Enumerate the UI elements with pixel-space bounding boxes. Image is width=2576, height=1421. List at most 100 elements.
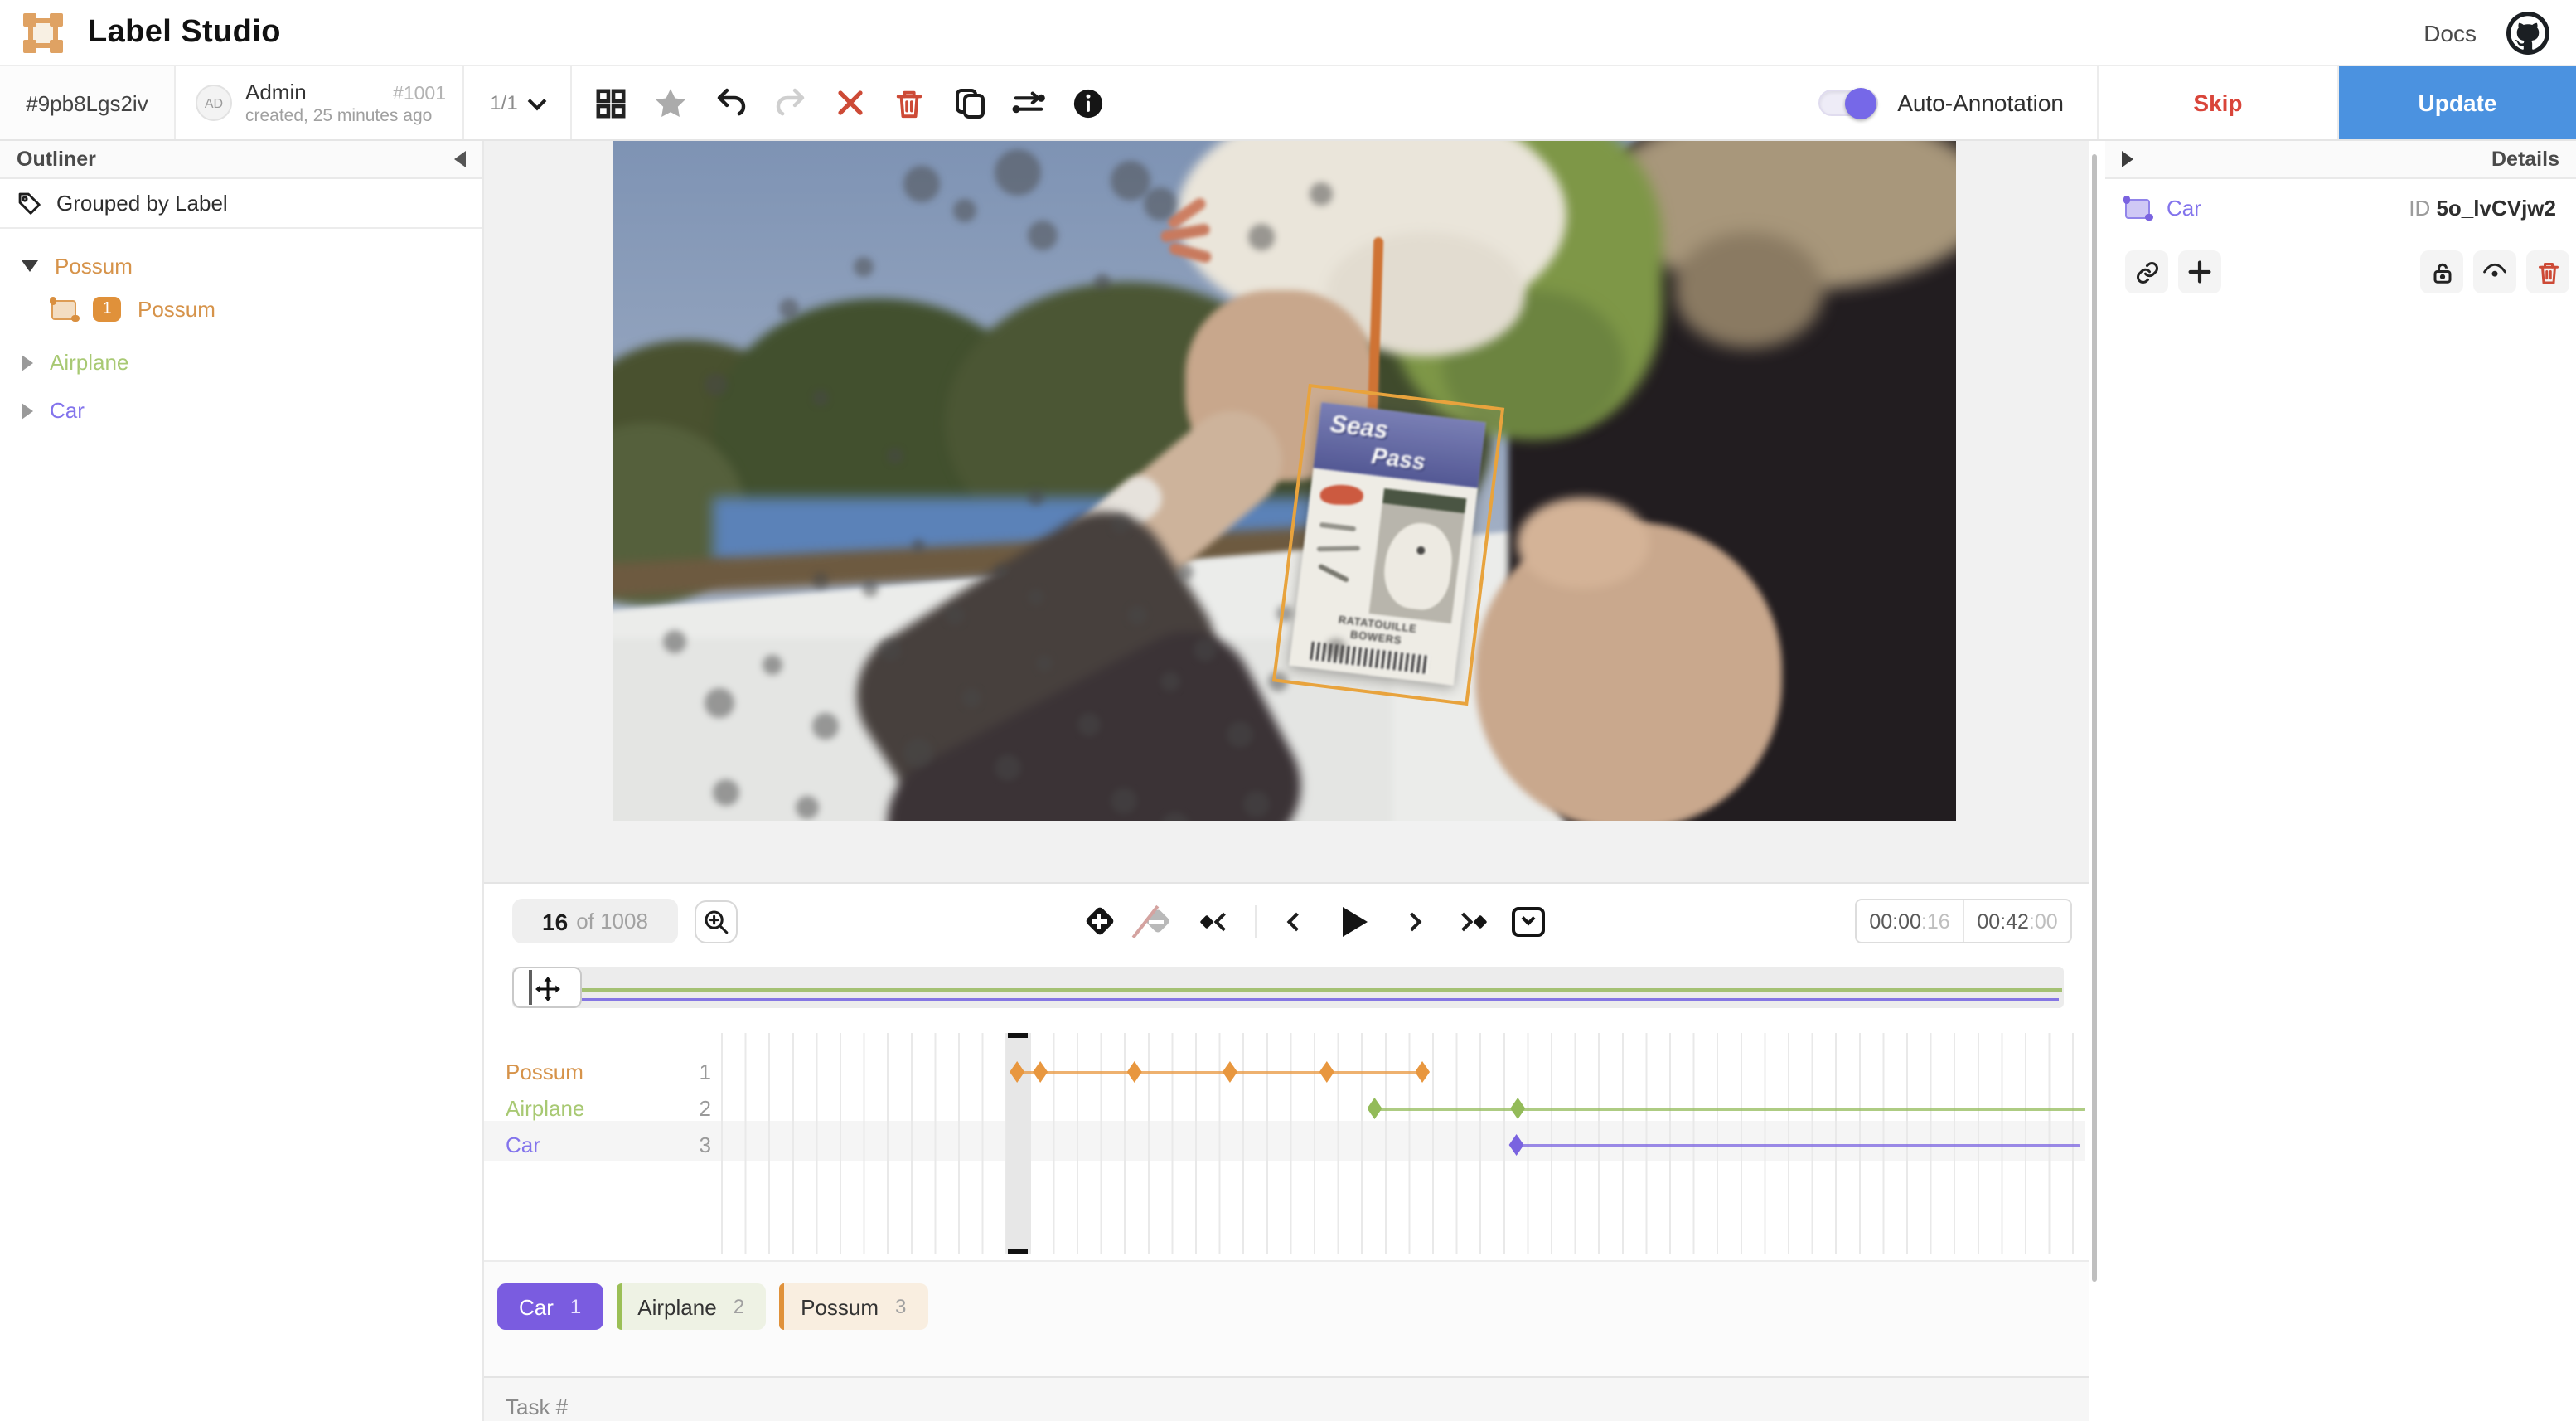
move-cursor-icon xyxy=(535,977,560,1001)
created-timestamp: created, 25 minutes ago xyxy=(245,106,446,126)
docs-link[interactable]: Docs xyxy=(2423,19,2477,46)
task-number-label: Task # xyxy=(506,1394,568,1419)
collapse-panel-icon[interactable] xyxy=(454,151,466,167)
lens-droplet xyxy=(1127,605,1147,625)
reject-annotation-button[interactable] xyxy=(832,85,867,120)
video-frame[interactable]: Seas Pass RATATOUILLE BOWERS xyxy=(613,141,1956,821)
lock-region-button[interactable] xyxy=(2420,250,2463,293)
keyframe-diamond[interactable] xyxy=(1010,1061,1024,1083)
next-keyframe-button[interactable] xyxy=(1452,903,1489,939)
lens-droplet xyxy=(953,199,976,222)
collapsed-arrow-icon[interactable] xyxy=(22,402,33,419)
update-button[interactable]: Update xyxy=(2339,66,2576,139)
keyframe-diamond[interactable] xyxy=(1319,1061,1334,1083)
redo-button[interactable] xyxy=(772,85,807,120)
collapse-panel-icon[interactable] xyxy=(2122,151,2133,167)
lock-icon xyxy=(2429,259,2454,284)
github-icon[interactable] xyxy=(2506,11,2549,54)
prev-keyframe-button[interactable] xyxy=(1197,903,1233,939)
keyframe-diamond[interactable] xyxy=(1415,1061,1430,1083)
grouping-selector[interactable]: Grouped by Label xyxy=(0,179,482,229)
zoom-button[interactable] xyxy=(695,900,738,943)
annotation-pager[interactable]: 1/1 xyxy=(464,66,572,139)
tree-region-possum[interactable]: 1 Possum xyxy=(0,287,482,332)
lens-droplet xyxy=(1177,564,1194,580)
label-button-possum[interactable]: Possum 3 xyxy=(779,1283,927,1330)
hide-region-button[interactable] xyxy=(2473,250,2516,293)
add-keyframe-button[interactable] xyxy=(1081,903,1117,939)
remove-keyframe-button-disabled xyxy=(1139,903,1175,939)
track-label-possum[interactable]: Possum 1 xyxy=(506,1060,711,1084)
undo-button[interactable] xyxy=(713,85,748,120)
timeline-collapse-button[interactable] xyxy=(1510,903,1547,939)
grouping-label: Grouped by Label xyxy=(56,191,228,216)
keyframe-diamond[interactable] xyxy=(1033,1061,1048,1083)
lens-droplet xyxy=(1111,161,1150,201)
timeline-minimap[interactable] xyxy=(512,967,2064,1008)
add-meta-button[interactable] xyxy=(2178,250,2221,293)
track-label-airplane[interactable]: Airplane 2 xyxy=(506,1096,711,1121)
track-label-car[interactable]: Car 3 xyxy=(506,1132,711,1157)
lens-droplet xyxy=(862,580,879,597)
lens-droplet xyxy=(995,754,1021,781)
relations-link-button[interactable] xyxy=(2125,250,2168,293)
total-frames: of 1008 xyxy=(576,909,648,934)
region-label: Possum xyxy=(138,297,215,322)
outliner-panel: Outliner Grouped by Label Possum 1 Possu… xyxy=(0,141,484,1421)
tree-group-possum[interactable]: Possum xyxy=(0,245,482,287)
keyframe-row-car[interactable] xyxy=(721,1134,2085,1156)
play-button[interactable] xyxy=(1336,903,1373,939)
keyframe-row-airplane[interactable] xyxy=(721,1098,2085,1119)
lens-droplet xyxy=(995,564,1008,577)
auto-annotation-toggle[interactable] xyxy=(1818,90,1877,116)
ground-truth-star-button[interactable] xyxy=(653,85,688,120)
selected-region-row[interactable]: Car ID 5o_lvCVjw2 xyxy=(2105,196,2576,221)
label-button-airplane[interactable]: Airplane 2 xyxy=(616,1283,766,1330)
info-button[interactable] xyxy=(1071,85,1106,120)
skip-button[interactable]: Skip xyxy=(2099,66,2339,139)
label-button-car[interactable]: Car 1 xyxy=(497,1283,603,1330)
duplicate-annotation-button[interactable] xyxy=(951,85,986,120)
lens-droplet xyxy=(1160,672,1180,691)
keyframe-diamond[interactable] xyxy=(1127,1061,1142,1083)
keyframe-lifespan-line xyxy=(1374,1107,2085,1111)
region-label: Car xyxy=(2167,196,2201,221)
group-label: Airplane xyxy=(50,350,128,375)
avatar: AD xyxy=(196,85,232,121)
minimap-viewport-window[interactable] xyxy=(512,967,582,1008)
delete-region-button[interactable] xyxy=(2526,250,2569,293)
lens-droplet xyxy=(812,713,839,740)
lens-droplet xyxy=(779,298,799,318)
pager-count: 1/1 xyxy=(490,91,517,114)
keyframe-diamond[interactable] xyxy=(1509,1134,1524,1156)
lens-droplet xyxy=(1248,224,1275,250)
keyframe-diamond[interactable] xyxy=(1510,1098,1525,1119)
playhead-tick[interactable] xyxy=(1008,1249,1028,1254)
minimap-playhead[interactable] xyxy=(529,970,531,1005)
settings-swap-button[interactable] xyxy=(1011,85,1046,120)
tag-icon xyxy=(17,191,41,216)
collapsed-arrow-icon[interactable] xyxy=(22,354,33,371)
playhead-tick[interactable] xyxy=(1008,1033,1028,1037)
auto-annotation-label: Auto-Annotation xyxy=(1897,90,2064,116)
region-bounding-box[interactable] xyxy=(1272,384,1504,706)
frame-counter[interactable]: 16 of 1008 xyxy=(512,899,678,943)
keyframe-row-possum[interactable] xyxy=(721,1061,2085,1083)
view-all-grid-button[interactable] xyxy=(593,85,628,120)
task-id-tab[interactable]: #9pb8Lgs2iv xyxy=(0,66,176,139)
lens-droplet xyxy=(945,605,965,625)
lens-droplet xyxy=(796,796,819,819)
annotation-selector[interactable]: AD Admin #1001 created, 25 minutes ago xyxy=(176,66,464,139)
tree-group-airplane[interactable]: Airplane xyxy=(0,342,482,383)
next-frame-button[interactable] xyxy=(1394,903,1431,939)
tree-group-car[interactable]: Car xyxy=(0,390,482,431)
prev-frame-button[interactable] xyxy=(1278,903,1315,939)
panel-resizer-scrollbar[interactable] xyxy=(2092,154,2097,1282)
region-index-badge: 1 xyxy=(93,297,121,322)
keyframe-diamond[interactable] xyxy=(1223,1061,1237,1083)
chevron-down-icon xyxy=(528,91,547,110)
timeline-grid[interactable]: Possum 1 Airplane 2 Car 3 xyxy=(484,1016,2089,1260)
keyframe-diamond[interactable] xyxy=(1367,1098,1382,1119)
expanded-arrow-icon[interactable] xyxy=(22,260,38,272)
delete-annotation-trash-button[interactable] xyxy=(892,85,927,120)
